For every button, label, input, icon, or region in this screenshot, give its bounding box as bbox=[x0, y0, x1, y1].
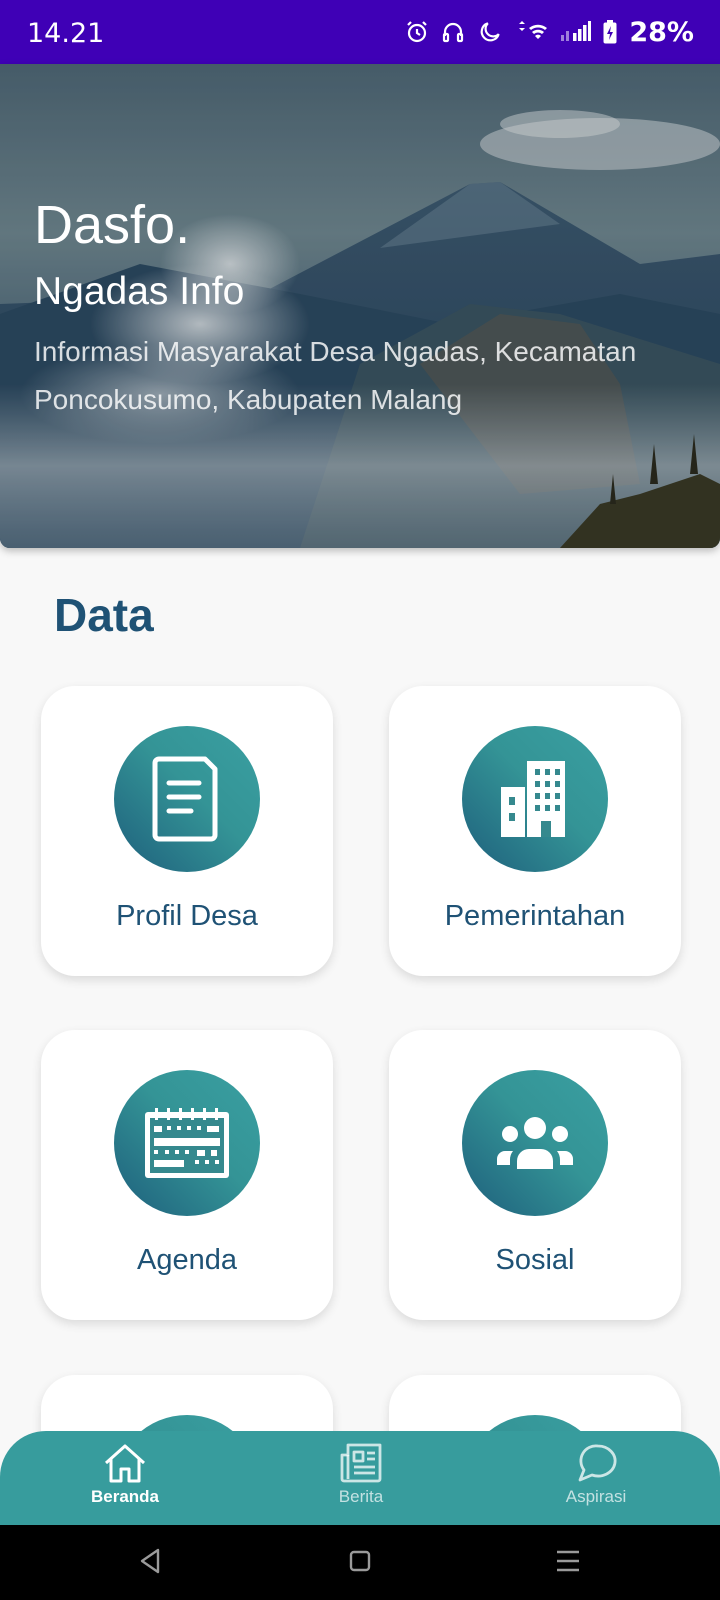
newspaper-icon bbox=[340, 1443, 382, 1483]
card-pemerintahan[interactable]: Pemerintahan bbox=[389, 686, 681, 976]
headphones-icon bbox=[443, 22, 464, 43]
nav-item-beranda[interactable]: Beranda bbox=[45, 1443, 205, 1507]
signal-icon bbox=[561, 21, 592, 41]
status-bar: 14.21 28% bbox=[0, 0, 720, 64]
card-profil-desa[interactable]: Profil Desa bbox=[41, 686, 333, 976]
calendar-icon bbox=[145, 1108, 229, 1178]
moon-icon bbox=[481, 22, 501, 42]
battery-percentage: 28% bbox=[629, 16, 694, 48]
back-icon[interactable] bbox=[138, 1547, 162, 1575]
section-title: Data bbox=[54, 589, 154, 641]
card-label: Agenda bbox=[137, 1244, 237, 1276]
home-button-icon[interactable] bbox=[348, 1547, 372, 1575]
card-icon-circle bbox=[114, 726, 260, 872]
chat-icon bbox=[578, 1444, 617, 1482]
card-sosial[interactable]: Sosial bbox=[389, 1030, 681, 1320]
document-icon bbox=[152, 756, 218, 842]
alarm-icon bbox=[407, 21, 428, 43]
hero-banner: Dasfo. Ngadas Info Informasi Masyarakat … bbox=[0, 64, 720, 548]
card-icon-circle bbox=[462, 726, 608, 872]
card-agenda[interactable]: Agenda bbox=[41, 1030, 333, 1320]
app-subtitle: Ngadas Info bbox=[34, 270, 245, 313]
status-icons: 28% bbox=[405, 16, 694, 48]
home-icon bbox=[104, 1444, 146, 1483]
app-title: Dasfo. bbox=[34, 195, 191, 255]
card-label: Pemerintahan bbox=[444, 900, 626, 932]
card-icon-circle bbox=[462, 1070, 608, 1216]
nav-item-berita[interactable]: Berita bbox=[281, 1443, 441, 1507]
system-navigation-bar bbox=[0, 1525, 720, 1600]
nav-label: Berita bbox=[338, 1487, 384, 1506]
nav-item-aspirasi[interactable]: Aspirasi bbox=[516, 1443, 676, 1507]
battery-icon bbox=[603, 20, 617, 44]
nav-label: Beranda bbox=[90, 1487, 160, 1506]
recents-icon[interactable] bbox=[555, 1547, 581, 1575]
nav-label: Aspirasi bbox=[565, 1487, 627, 1506]
card-icon-circle bbox=[114, 1070, 260, 1216]
card-label: Profil Desa bbox=[116, 900, 258, 932]
card-label: Sosial bbox=[495, 1244, 575, 1276]
bottom-navigation: Beranda Berita Aspirasi bbox=[0, 1431, 720, 1525]
people-icon bbox=[497, 1117, 573, 1169]
app-description: Informasi Masyarakat Desa Ngadas, Kecama… bbox=[34, 336, 637, 415]
building-icon bbox=[501, 761, 565, 837]
status-time: 14.21 bbox=[27, 18, 105, 49]
wifi-icon bbox=[519, 21, 548, 39]
